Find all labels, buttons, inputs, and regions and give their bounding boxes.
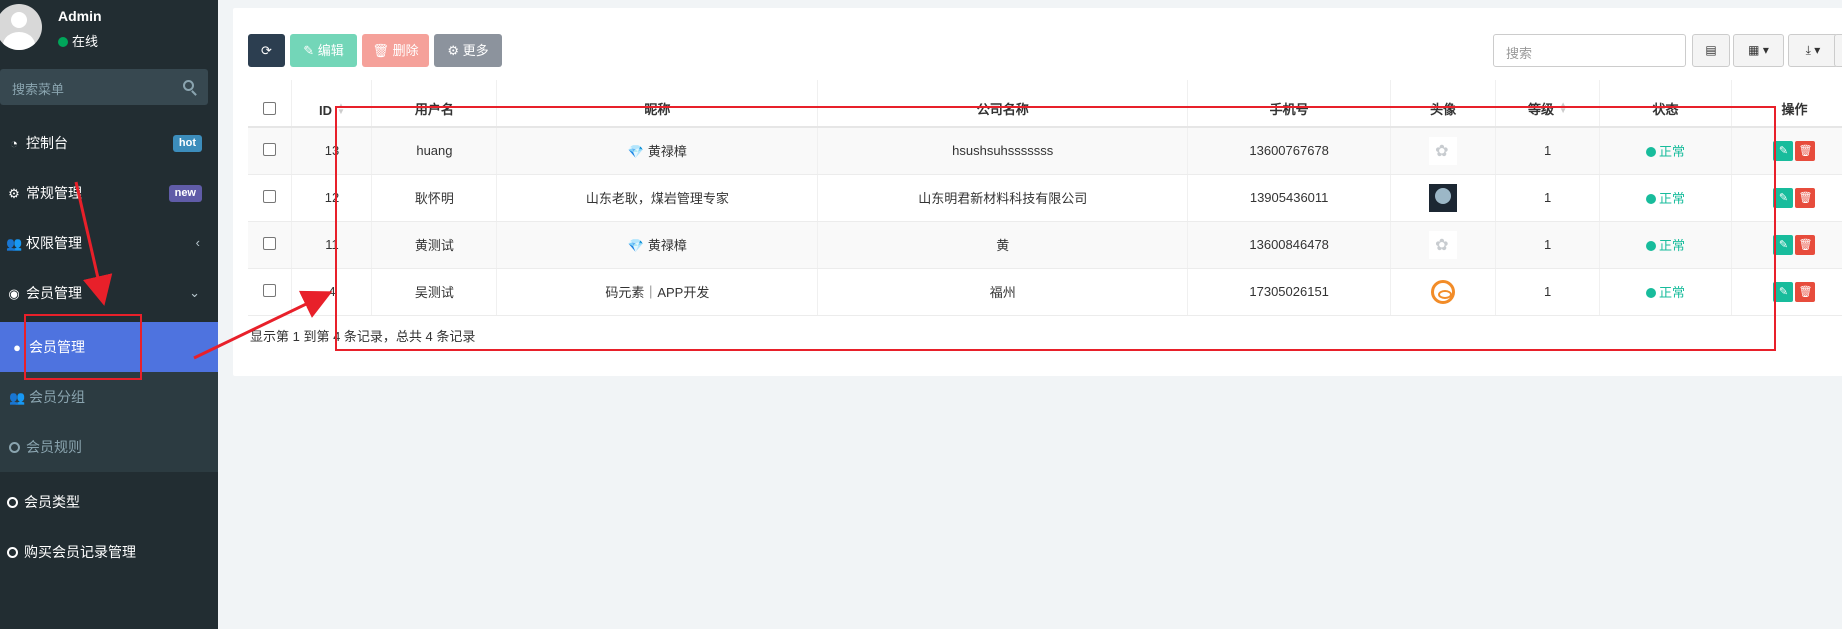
row-select-cell [248, 268, 293, 316]
dashboard-icon: ◔ [10, 136, 18, 151]
sidebar-item-label: 权限管理 [26, 235, 82, 251]
sidebar-item-label: 控制台 [26, 135, 68, 151]
sidebar-item-label: 会员类型 [24, 494, 80, 510]
row-edit-button[interactable]: ✎ [1773, 281, 1794, 302]
row-checkbox[interactable] [263, 142, 277, 156]
grid-icon: ▦ ▾ [1748, 43, 1769, 57]
row-delete-button[interactable]: 🗑 [1795, 234, 1816, 255]
annotation-box-menu [24, 314, 142, 380]
sidebar-item-dashboard[interactable]: ◔ 控制台 hot [0, 118, 218, 168]
delete-button-label: 删除 [392, 43, 419, 58]
row-select-cell [248, 221, 293, 269]
circle-icon [9, 442, 20, 453]
row-delete-button[interactable]: 🗑 [1795, 281, 1816, 302]
user-icon: ● [13, 340, 21, 355]
list-view-icon: ▤ [1705, 43, 1717, 57]
refresh-button[interactable]: ⟳ [248, 34, 285, 67]
export-icon: ⤓ ▾ [1805, 43, 1821, 57]
chevron-down-icon: ⌄ [189, 285, 200, 300]
edit-button-label: 编辑 [317, 43, 344, 58]
more-button[interactable]: ⚙ 更多 [434, 34, 502, 67]
select-all-cell [248, 80, 293, 128]
row-select-cell [248, 174, 293, 222]
select-all-checkbox[interactable] [263, 102, 277, 115]
circle-icon [7, 547, 18, 558]
users-icon: 👥 [9, 390, 26, 405]
new-badge: new [168, 185, 202, 202]
row-edit-button[interactable]: ✎ [1773, 140, 1794, 161]
delete-button[interactable]: 🗑 删除 [362, 34, 429, 67]
edit-button[interactable]: ✎ 编辑 [290, 34, 357, 67]
sidebar-item-general[interactable]: ⚙ 常规管理 new [0, 168, 218, 218]
sidebar-item-label: 会员管理 [26, 285, 82, 301]
user-name: Admin [58, 8, 102, 24]
sidebar-item-label: 会员规则 [26, 439, 82, 455]
table-search-input[interactable]: 搜索 [1493, 34, 1686, 67]
sidebar-search-input[interactable]: 搜索菜单 [0, 69, 208, 105]
sidebar-subitem-member-rule[interactable]: 会员规则 [0, 422, 218, 472]
more-button-label: 更多 [462, 43, 489, 58]
row-delete-button[interactable]: 🗑 [1795, 140, 1816, 161]
row-delete-button[interactable]: 🗑 [1795, 187, 1816, 208]
sidebar-item-member[interactable]: ◉ 会员管理 ⌄ [0, 268, 218, 318]
gears-icon: ⚙ [8, 186, 20, 201]
circle-icon [7, 497, 18, 508]
row-edit-button[interactable]: ✎ [1773, 187, 1794, 208]
user-status: 在线 [58, 31, 98, 50]
cog-icon: ⚙ [447, 43, 459, 58]
sidebar-search-placeholder: 搜索菜单 [12, 82, 65, 97]
row-select-cell [248, 127, 293, 175]
row-checkbox[interactable] [263, 283, 277, 297]
hot-badge: hot [172, 135, 202, 152]
row-checkbox[interactable] [263, 189, 277, 203]
toggle-view-button[interactable]: ▤ [1692, 34, 1730, 67]
online-dot-icon [58, 37, 68, 47]
sidebar-item-permission[interactable]: 👥 权限管理 ‹ [0, 218, 218, 268]
avatar [0, 4, 42, 50]
row-checkbox[interactable] [263, 236, 277, 250]
search-icon[interactable] [183, 80, 194, 91]
user-panel: Admin 在线 [0, 0, 218, 66]
sidebar-item-purchase-records[interactable]: 购买会员记录管理 [0, 527, 218, 577]
user-circle-icon: ◉ [8, 286, 20, 301]
search-toggle-button[interactable] [1834, 34, 1842, 67]
sidebar-item-label: 会员分组 [29, 389, 85, 405]
sidebar-item-label: 购买会员记录管理 [24, 544, 136, 560]
chevron-left-icon: ‹ [195, 235, 200, 250]
user-status-text: 在线 [72, 34, 99, 49]
table-search-placeholder: 搜索 [1506, 46, 1533, 61]
column-header-label: ID [318, 103, 332, 118]
row-edit-button[interactable]: ✎ [1773, 234, 1794, 255]
sidebar-item-member-type[interactable]: 会员类型 [0, 477, 218, 527]
sidebar-item-label: 常规管理 [26, 185, 82, 201]
trash-icon: 🗑 [372, 43, 389, 58]
export-button[interactable]: ⤓ ▾ [1788, 34, 1838, 67]
refresh-icon: ⟳ [261, 43, 272, 58]
group-icon: 👥 [6, 236, 23, 251]
annotation-box-table [335, 106, 1776, 351]
pencil-icon: ✎ [303, 43, 315, 58]
columns-button[interactable]: ▦ ▾ [1733, 34, 1784, 67]
